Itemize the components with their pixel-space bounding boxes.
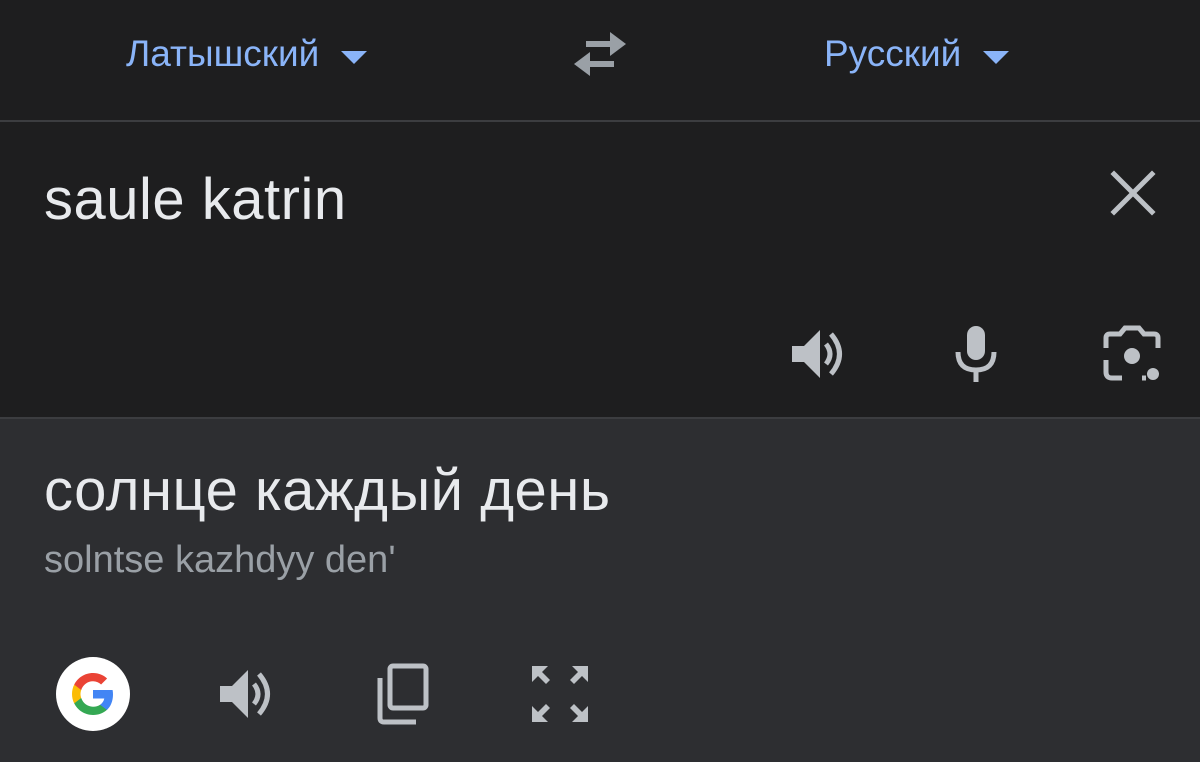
translate-app: Латышский Русский saule katrin солнце ка…: [0, 0, 1200, 762]
microphone-icon: [955, 326, 997, 382]
chevron-down-icon: [341, 50, 368, 64]
close-icon: [1110, 170, 1156, 216]
camera-input-button[interactable]: [1100, 322, 1164, 386]
swap-arrows-icon: [574, 32, 626, 76]
google-logo-icon: [72, 673, 113, 715]
camera-lens-icon: [1103, 325, 1161, 381]
google-search-button[interactable]: [56, 657, 130, 731]
listen-source-button[interactable]: [786, 322, 850, 386]
copy-translation-button[interactable]: [372, 662, 436, 726]
speaker-icon: [792, 330, 842, 378]
voice-input-button[interactable]: [944, 322, 1008, 386]
listen-translation-button[interactable]: [214, 662, 278, 726]
copy-icon: [377, 663, 429, 725]
transliteration-text: solntse kazhdyy den': [44, 539, 396, 581]
chevron-down-icon: [983, 50, 1010, 64]
source-text-input[interactable]: saule katrin: [44, 166, 347, 233]
output-panel: солнце каждый день solntse kazhdyy den': [0, 419, 1200, 762]
source-language-selector[interactable]: Латышский: [126, 28, 368, 80]
source-language-label: Латышский: [126, 33, 320, 74]
target-language-selector[interactable]: Русский: [824, 28, 1010, 80]
fullscreen-button[interactable]: [528, 662, 592, 726]
target-language-label: Русский: [824, 33, 962, 74]
language-bar: Латышский Русский: [0, 0, 1200, 120]
fullscreen-icon: [532, 666, 588, 722]
input-panel: saule katrin: [0, 122, 1200, 417]
swap-languages-button[interactable]: [568, 28, 632, 80]
clear-input-button[interactable]: [1106, 166, 1160, 220]
speaker-icon: [220, 670, 270, 718]
translation-text: солнце каждый день: [44, 458, 611, 523]
